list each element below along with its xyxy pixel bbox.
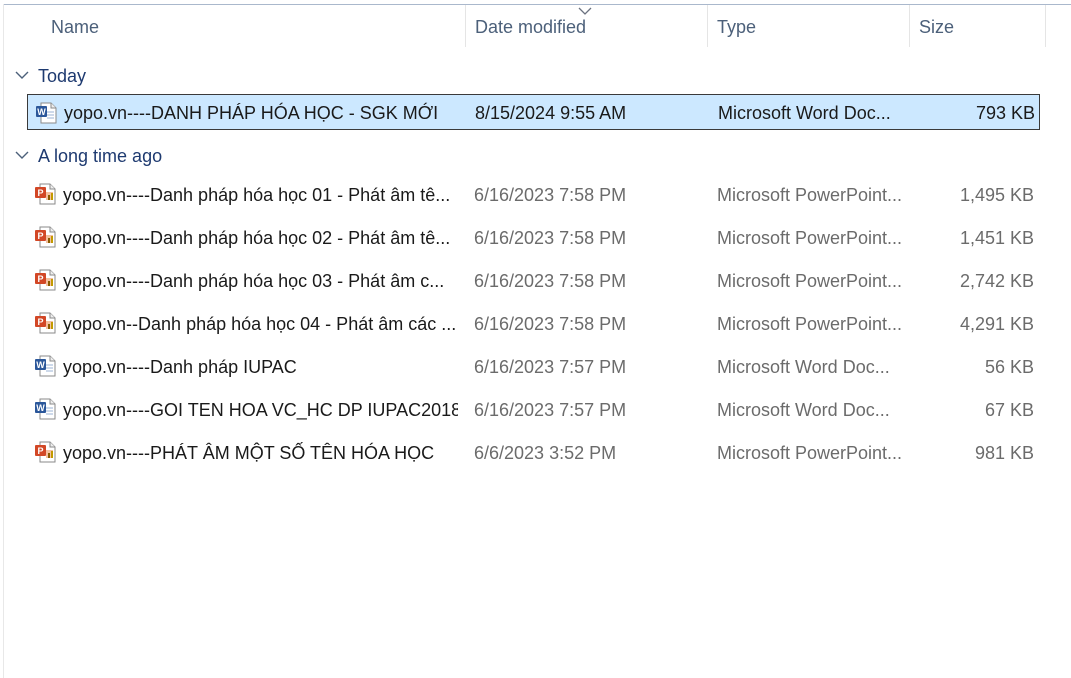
group-label: Today — [38, 66, 87, 86]
word-doc-icon: W — [35, 398, 56, 420]
file-date-modified: 6/16/2023 7:58 PM — [474, 228, 627, 248]
column-header-bar: Name Date modified Type Size — [4, 5, 1046, 47]
file-size: 981 KB — [974, 443, 1034, 463]
file-type: Microsoft PowerPoint... — [717, 271, 903, 291]
file-date-modified: 6/16/2023 7:58 PM — [474, 314, 627, 334]
file-size: 1,495 KB — [959, 185, 1034, 205]
file-type: Microsoft Word Doc... — [717, 357, 890, 377]
file-size: 2,742 KB — [959, 271, 1034, 291]
file-name: yopo.vn----Danh pháp IUPAC — [63, 357, 297, 377]
file-size: 1,451 KB — [959, 228, 1034, 248]
file-name: yopo.vn----Danh pháp hóa học 02 - Phát â… — [63, 228, 451, 248]
file-type: Microsoft PowerPoint... — [717, 185, 903, 205]
file-name: yopo.vn----Danh pháp hóa học 01 - Phát â… — [63, 185, 451, 205]
column-header-size[interactable]: Size — [910, 5, 1046, 47]
file-row[interactable]: Wyopo.vn----DANH PHÁP HÓA HỌC - SGK MỚI 8… — [27, 94, 1040, 130]
file-name: yopo.vn----GOI TEN HOA VC_HC DP IUPAC201… — [63, 400, 458, 420]
left-divider — [3, 4, 4, 678]
file-row[interactable]: Wyopo.vn----GOI TEN HOA VC_HC DP IUPAC20… — [27, 391, 1040, 427]
file-row[interactable]: Pyopo.vn----PHÁT ÂM MỘT SỐ TÊN HÓA HỌC 6/… — [27, 434, 1040, 470]
svg-text:P: P — [37, 231, 43, 241]
powerpoint-icon: P — [35, 312, 56, 334]
file-type: Microsoft Word Doc... — [718, 103, 891, 123]
file-date-modified: 6/16/2023 7:57 PM — [474, 357, 627, 377]
file-date-modified: 6/16/2023 7:57 PM — [474, 400, 627, 420]
file-row[interactable]: Pyopo.vn----Danh pháp hóa học 01 - Phát … — [27, 176, 1040, 212]
file-type: Microsoft Word Doc... — [717, 400, 890, 420]
powerpoint-icon: P — [35, 183, 56, 205]
file-size: 4,291 KB — [959, 314, 1034, 334]
column-header-name[interactable]: Name — [42, 5, 466, 47]
file-type: Microsoft PowerPoint... — [717, 443, 903, 463]
file-name: yopo.vn----DANH PHÁP HÓA HỌC - SGK MỚI — [64, 103, 439, 123]
file-date-modified: 6/6/2023 3:52 PM — [474, 443, 617, 463]
svg-text:P: P — [37, 446, 43, 456]
powerpoint-icon: P — [35, 269, 56, 291]
file-name: yopo.vn----Danh pháp hóa học 03 - Phát â… — [63, 271, 445, 291]
word-doc-icon: W — [36, 102, 57, 124]
file-explorer-details-view: Name Date modified Type Size Today Wyopo.… — [0, 0, 1071, 678]
svg-text:W: W — [37, 107, 46, 117]
svg-text:W: W — [36, 360, 45, 370]
chevron-down-icon[interactable] — [14, 150, 30, 160]
file-size: 56 KB — [984, 357, 1034, 377]
file-row[interactable]: Wyopo.vn----Danh pháp IUPAC 6/16/2023 7:5… — [27, 348, 1040, 384]
file-size: 67 KB — [984, 400, 1034, 420]
svg-text:P: P — [37, 317, 43, 327]
file-row[interactable]: Pyopo.vn--Danh pháp hóa học 04 - Phát âm… — [27, 305, 1040, 341]
file-date-modified: 6/16/2023 7:58 PM — [474, 271, 627, 291]
chevron-down-icon[interactable] — [14, 70, 30, 80]
file-row[interactable]: Pyopo.vn----Danh pháp hóa học 03 - Phát … — [27, 262, 1040, 298]
svg-text:P: P — [37, 274, 43, 284]
powerpoint-icon: P — [35, 441, 56, 463]
file-size: 793 KB — [975, 103, 1035, 123]
file-name: yopo.vn--Danh pháp hóa học 04 - Phát âm … — [63, 314, 457, 334]
chevron-down-icon — [578, 7, 592, 15]
powerpoint-icon: P — [35, 226, 56, 248]
file-type: Microsoft PowerPoint... — [717, 314, 903, 334]
file-type: Microsoft PowerPoint... — [717, 228, 903, 248]
file-date-modified: 6/16/2023 7:58 PM — [474, 185, 627, 205]
svg-text:W: W — [36, 403, 45, 413]
group-label: A long time ago — [38, 146, 163, 166]
file-name: yopo.vn----PHÁT ÂM MỘT SỐ TÊN HÓA HỌC — [63, 443, 435, 463]
file-row[interactable]: Pyopo.vn----Danh pháp hóa học 02 - Phát … — [27, 219, 1040, 255]
file-date-modified: 8/15/2024 9:55 AM — [475, 103, 627, 123]
column-header-type[interactable]: Type — [708, 5, 910, 47]
svg-text:P: P — [37, 188, 43, 198]
word-doc-icon: W — [35, 355, 56, 377]
